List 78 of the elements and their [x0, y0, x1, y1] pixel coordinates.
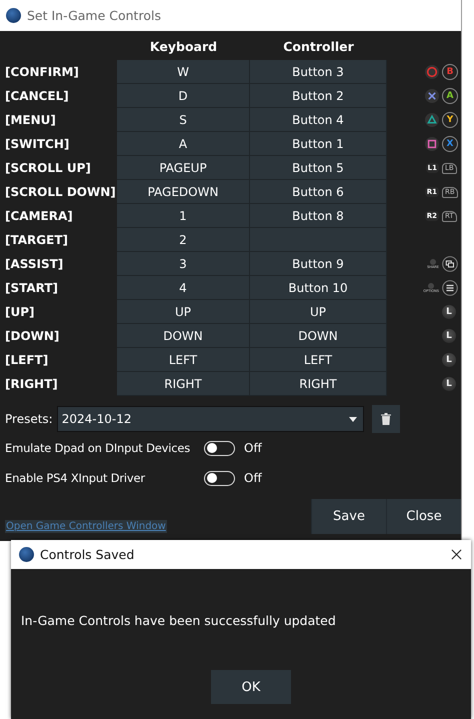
controller-binding-cell[interactable]: Button 2 — [250, 84, 387, 108]
caret-icon — [348, 416, 357, 422]
delete-button[interactable] — [372, 405, 400, 433]
action-label: [RIGHT] — [5, 377, 59, 391]
controller-binding-cell[interactable]: RIGHT — [250, 372, 387, 396]
keyboard-binding-cell[interactable]: S — [117, 108, 250, 132]
stick-icon: L — [442, 377, 456, 391]
keyboard-binding-cell[interactable]: LEFT — [117, 348, 250, 372]
stick-icon: L — [442, 305, 456, 319]
close-icon[interactable] — [451, 549, 462, 560]
face-button-icon: A — [442, 88, 458, 104]
toggle-state: Off — [244, 441, 262, 455]
cross-button-icon — [425, 89, 439, 103]
dialog-button[interactable]: Close — [386, 499, 461, 534]
window-title: Set In-Game Controls — [27, 8, 161, 23]
controller-binding-cell[interactable]: Button 4 — [250, 108, 387, 132]
controller-binding-cell[interactable]: Button 3 — [250, 60, 387, 84]
controller-binding-cell[interactable]: Button 5 — [250, 156, 387, 180]
face-button-icon: X — [442, 136, 458, 152]
keyboard-binding-cell[interactable]: 1 — [117, 204, 250, 228]
menu-button-icon — [442, 280, 458, 296]
action-label: [START] — [5, 281, 60, 295]
presets-label: Presets: — [5, 412, 53, 426]
action-label: [SCROLL UP] — [5, 161, 92, 175]
action-label: [DOWN] — [5, 329, 60, 343]
trash-icon — [380, 413, 391, 425]
keyboard-binding-cell[interactable]: RIGHT — [117, 372, 250, 396]
column-header: Controller — [282, 39, 355, 54]
face-button-icon: B — [442, 64, 458, 80]
action-label: [TARGET] — [5, 233, 69, 247]
ok-button[interactable]: OK — [211, 670, 291, 704]
controller-binding-cell[interactable]: DOWN — [250, 324, 387, 348]
action-label: [MENU] — [5, 113, 57, 127]
controller-binding-cell[interactable]: UP — [250, 300, 387, 324]
toggle-state: Off — [244, 471, 262, 485]
action-label: [SWITCH] — [5, 137, 70, 151]
keyboard-binding-cell[interactable]: PAGEUP — [117, 156, 250, 180]
keyboard-binding-cell[interactable]: D — [117, 84, 250, 108]
square-button-icon — [425, 137, 439, 151]
keyboard-binding-cell[interactable]: UP — [117, 300, 250, 324]
action-label: [SCROLL DOWN] — [5, 185, 117, 199]
keyboard-binding-cell[interactable]: 2 — [117, 228, 250, 252]
column-header: Keyboard — [148, 39, 218, 54]
app-logo-icon — [19, 547, 34, 562]
controller-binding-cell[interactable]: Button 10 — [250, 276, 387, 300]
action-label: [UP] — [5, 305, 36, 319]
action-label: [CANCEL] — [5, 89, 70, 103]
action-label: [CAMERA] — [5, 209, 74, 223]
view-button-icon — [442, 256, 458, 272]
dialog-message: In-Game Controls have been successfully updated — [21, 613, 336, 628]
app-logo-icon — [6, 8, 21, 23]
toggle-switch[interactable] — [204, 440, 235, 456]
action-label: [ASSIST] — [5, 257, 64, 271]
controller-binding-cell[interactable]: Button 1 — [250, 132, 387, 156]
stick-icon: L — [442, 353, 456, 367]
toggle-label: Emulate Dpad on DInput Devices — [5, 441, 191, 455]
controller-binding-cell[interactable]: LEFT — [250, 348, 387, 372]
controller-binding-cell[interactable]: Button 9 — [250, 252, 387, 276]
keyboard-binding-cell[interactable]: PAGEDOWN — [117, 180, 250, 204]
toggle-label: Enable PS4 XInput Driver — [5, 471, 146, 485]
action-label: [LEFT] — [5, 353, 50, 367]
keyboard-binding-cell[interactable]: 4 — [117, 276, 250, 300]
stick-icon: L — [442, 329, 456, 343]
controller-binding-cell[interactable]: Button 8 — [250, 204, 387, 228]
circle-button-icon — [425, 65, 439, 79]
controller-binding-cell[interactable]: Button 6 — [250, 180, 387, 204]
keyboard-binding-cell[interactable]: A — [117, 132, 250, 156]
controller-binding-cell[interactable] — [250, 228, 387, 252]
dialog-button[interactable]: Save — [311, 499, 386, 534]
toggle-switch[interactable] — [204, 470, 235, 486]
keyboard-binding-cell[interactable]: 3 — [117, 252, 250, 276]
keyboard-binding-cell[interactable]: W — [117, 60, 250, 84]
dialog-title: Controls Saved — [40, 547, 134, 562]
face-button-icon: Y — [442, 112, 458, 128]
presets-dropdown[interactable]: 2024-10-12 — [56, 406, 364, 432]
triangle-button-icon — [425, 113, 439, 127]
action-label: [CONFIRM] — [5, 65, 80, 79]
keyboard-binding-cell[interactable]: DOWN — [117, 324, 250, 348]
